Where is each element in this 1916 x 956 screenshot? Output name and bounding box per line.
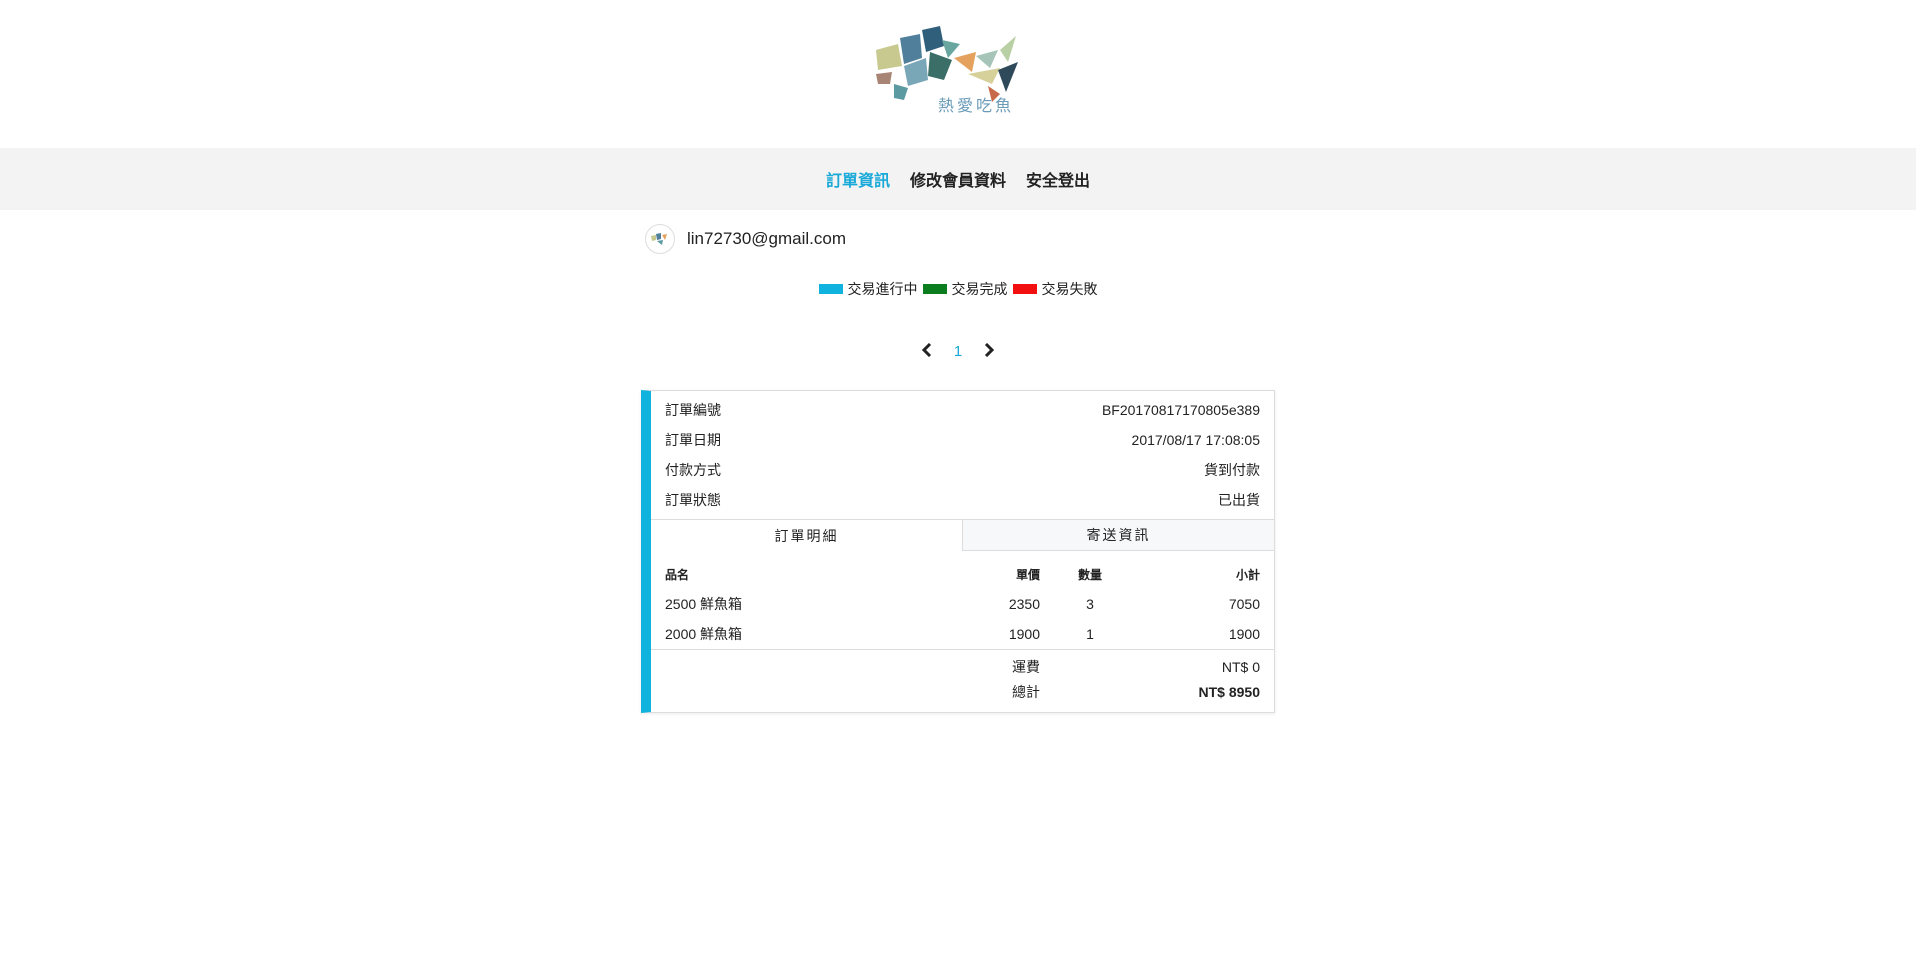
table-row: 2000 鮮魚箱 1900 1 1900	[651, 619, 1274, 649]
status-legend: 交易進行中 交易完成 交易失敗	[641, 268, 1275, 310]
col-header-price: 單價	[1015, 567, 1040, 582]
table-row: 2500 鮮魚箱 2350 3 7050	[651, 589, 1274, 619]
main-nav: 訂單資訊 修改會員資料 安全登出	[0, 148, 1916, 210]
user-email: lin72730@gmail.com	[687, 229, 847, 248]
col-header-qty: 數量	[1077, 567, 1102, 582]
payment-method-value: 貨到付款	[1204, 462, 1260, 478]
avatar	[645, 224, 675, 254]
site-header: 熱愛吃魚	[0, 0, 1916, 148]
order-status-row: 訂單狀態 已出貨	[651, 485, 1274, 515]
item-qty: 3	[1086, 596, 1094, 612]
nav-logout[interactable]: 安全登出	[1026, 167, 1090, 191]
legend-swatch-complete	[922, 284, 947, 294]
item-price: 2350	[1008, 596, 1040, 612]
col-header-name: 品名	[665, 567, 690, 582]
nav-order-info[interactable]: 訂單資訊	[826, 167, 890, 191]
shipping-fee-value: NT$ 0	[1221, 658, 1260, 675]
logo-text: 熱愛吃魚	[937, 96, 1014, 115]
payment-method-label: 付款方式	[665, 462, 721, 478]
chevron-left-icon[interactable]	[918, 341, 936, 362]
order-tabs: 訂單明細 寄送資訊	[651, 519, 1274, 551]
item-price: 1900	[1008, 626, 1040, 642]
grand-total-value: NT$ 8950	[1198, 683, 1260, 700]
legend-in-progress: 交易進行中	[818, 279, 918, 299]
site-logo[interactable]: 熱愛吃魚	[868, 22, 1048, 122]
page-number-current[interactable]: 1	[954, 343, 962, 360]
pagination: 1	[641, 326, 1275, 376]
item-name: 2500 鮮魚箱	[665, 596, 743, 612]
order-date-row: 訂單日期 2017/08/17 17:08:05	[651, 425, 1274, 455]
order-date-value: 2017/08/17 17:08:05	[1131, 432, 1260, 448]
grand-total-row: 總計 NT$ 8950	[665, 679, 1260, 704]
legend-label-failed: 交易失敗	[1041, 281, 1098, 297]
chevron-right-icon[interactable]	[980, 341, 998, 362]
grand-total-label: 總計	[1012, 683, 1040, 700]
order-date-label: 訂單日期	[665, 432, 721, 448]
order-totals: 運費 NT$ 0 總計 NT$ 8950	[651, 649, 1274, 712]
items-table-header: 品名 單價 數量 小計	[651, 551, 1274, 589]
order-status-label: 訂單狀態	[665, 492, 721, 508]
avatar-logo-icon	[651, 233, 667, 245]
shipping-fee-row: 運費 NT$ 0	[665, 654, 1260, 679]
item-qty: 1	[1086, 626, 1094, 642]
order-status-value: 已出貨	[1218, 492, 1260, 508]
item-name: 2000 鮮魚箱	[665, 626, 743, 642]
legend-label-complete: 交易完成	[951, 281, 1008, 297]
tab-shipping-info[interactable]: 寄送資訊	[962, 520, 1274, 551]
order-number-value: BF20170817170805e389	[1101, 402, 1260, 418]
item-subtotal: 1900	[1228, 626, 1260, 642]
col-header-subtotal: 小計	[1235, 567, 1260, 582]
order-number-label: 訂單編號	[665, 402, 721, 418]
order-card: 訂單編號 BF20170817170805e389 訂單日期 2017/08/1…	[641, 390, 1275, 713]
legend-swatch-in-progress	[818, 284, 843, 294]
user-info: lin72730@gmail.com	[645, 210, 1275, 268]
legend-failed: 交易失敗	[1012, 279, 1098, 299]
item-subtotal: 7050	[1228, 596, 1260, 612]
tab-order-details[interactable]: 訂單明細	[651, 520, 962, 551]
legend-label-in-progress: 交易進行中	[847, 281, 918, 297]
order-number-row: 訂單編號 BF20170817170805e389	[651, 395, 1274, 425]
legend-complete: 交易完成	[922, 279, 1008, 299]
nav-edit-profile[interactable]: 修改會員資料	[910, 167, 1006, 191]
legend-swatch-failed	[1012, 284, 1037, 294]
shipping-fee-label: 運費	[1012, 658, 1040, 675]
member-content: lin72730@gmail.com 交易進行中 交易完成 交易失敗 1 訂單編…	[641, 210, 1275, 713]
payment-method-row: 付款方式 貨到付款	[651, 455, 1274, 485]
